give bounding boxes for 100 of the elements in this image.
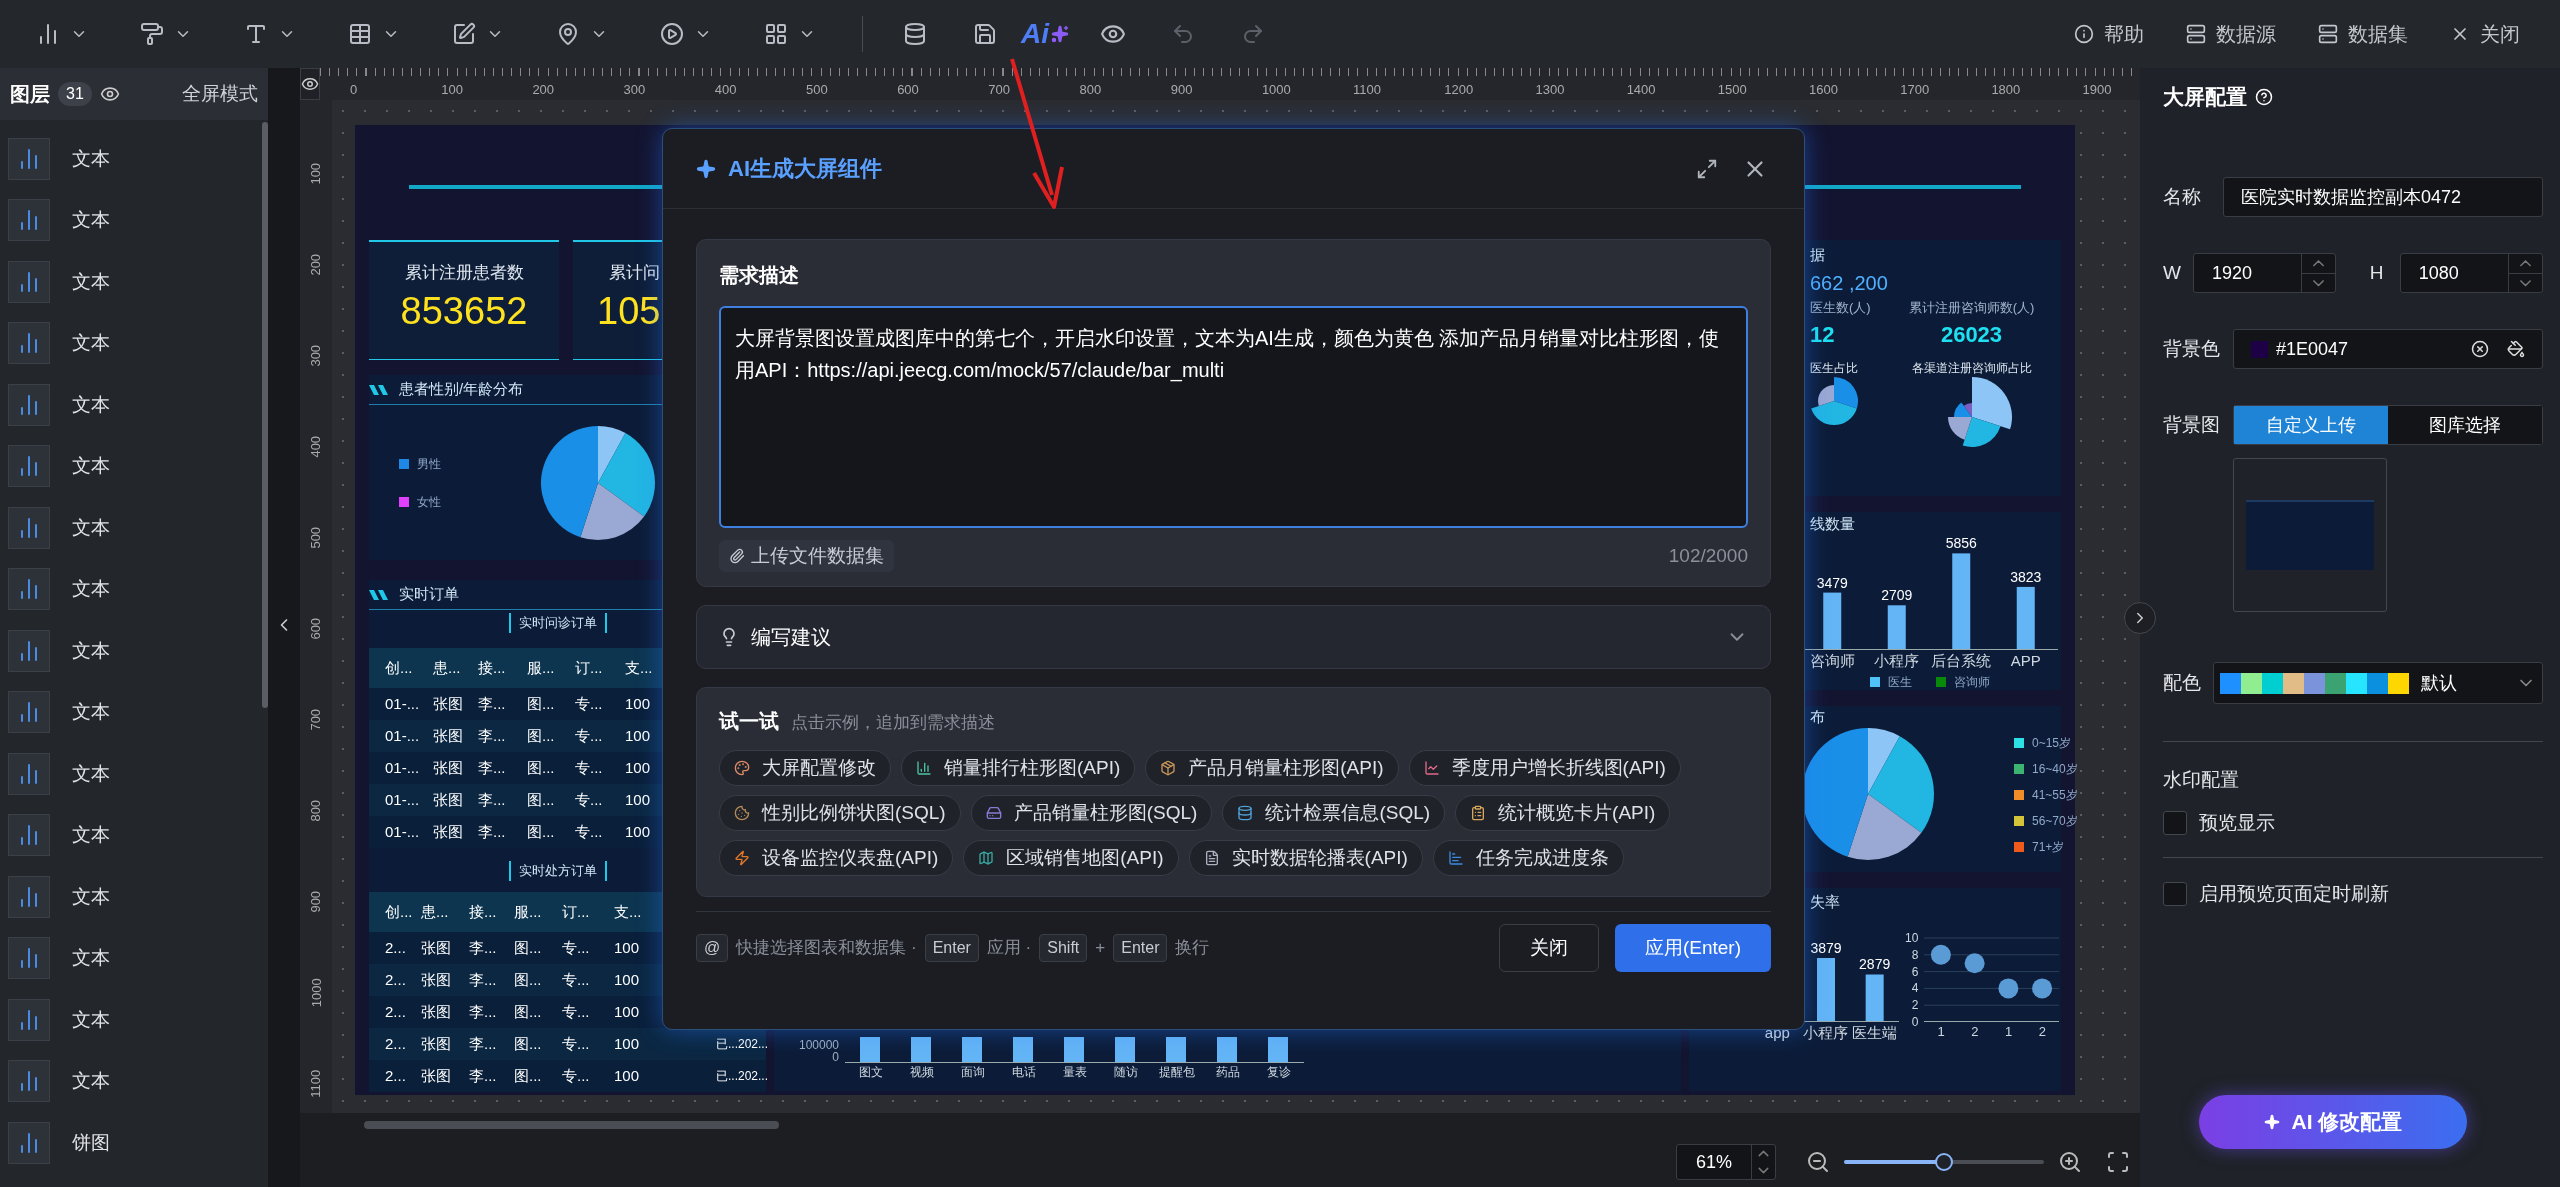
- name-field[interactable]: 医院实时数据监控副本0472: [2223, 177, 2543, 217]
- legend-label: 56~70岁: [2032, 813, 2078, 830]
- data-point: [1931, 944, 1952, 965]
- ruler-label: 200: [532, 81, 556, 99]
- table-cell-text: 李...: [478, 725, 507, 746]
- example-chip[interactable]: 大屏配置修改: [719, 750, 891, 786]
- key-hint: Enter: [1113, 934, 1168, 962]
- footer-hint: 换行: [1175, 937, 1210, 960]
- table-cell-text: 李...: [478, 821, 507, 842]
- toolbar-link[interactable]: 帮助: [2074, 19, 2144, 49]
- zoom-slider[interactable]: [1844, 1152, 2044, 1172]
- layer-label: 文本: [72, 946, 110, 970]
- number-field[interactable]: 1080: [2399, 253, 2543, 293]
- scrollbar-thumb[interactable]: [364, 1121, 779, 1129]
- toolbar-link[interactable]: 关闭: [2450, 19, 2520, 49]
- requirement-input[interactable]: 大屏背景图设置成图库中的第七个，开启水印设置，文本为AI生成，颜色为黄色 添加产品月销量对比柱形图，使用API：https://api.jeecg.com/mock/57/claude/bar_multi: [719, 306, 1748, 528]
- table-cell-text: 2...: [385, 937, 407, 958]
- cancel-button[interactable]: 关闭: [1498, 924, 1599, 972]
- layer-label: 文本: [72, 392, 110, 417]
- toolbar-link[interactable]: 数据集: [2318, 19, 2408, 49]
- visibility-button[interactable]: [300, 68, 320, 100]
- layer-item[interactable]: 文本: [0, 312, 262, 374]
- fit-screen-icon[interactable]: [2106, 1150, 2130, 1174]
- checkbox[interactable]: [2163, 882, 2187, 907]
- palette-select[interactable]: 默认: [2213, 662, 2543, 704]
- column-header: 订...: [575, 657, 604, 678]
- table-cell-text: 01-...: [385, 821, 421, 842]
- example-chip[interactable]: 实时数据轮播表(API): [1188, 840, 1423, 876]
- table-cell-text: 李...: [469, 1033, 498, 1054]
- section-hint: 点击示例，追加到需求描述: [791, 712, 995, 734]
- example-chip[interactable]: 销量排行柱形图(API): [901, 750, 1136, 786]
- data-label: 2709: [1881, 587, 1913, 604]
- layer-item[interactable]: 文本: [0, 804, 262, 866]
- suggestions-toggle[interactable]: 编写建议: [696, 605, 1771, 669]
- table-cell-text: 图...: [514, 969, 543, 990]
- layer-item[interactable]: 文本: [0, 927, 262, 989]
- layer-label: 文本: [72, 208, 110, 232]
- table-cell-text: 李...: [478, 757, 507, 778]
- layer-item[interactable]: 文本: [0, 620, 262, 682]
- toolbar-link[interactable]: 数据源: [2186, 19, 2276, 49]
- upload-tab[interactable]: 图库选择: [2388, 406, 2542, 444]
- layer-item[interactable]: 文本: [0, 374, 262, 436]
- scrollbar-thumb[interactable]: [262, 122, 268, 708]
- example-chip[interactable]: 统计概览卡片(API): [1455, 795, 1671, 831]
- help-icon[interactable]: [2255, 88, 2273, 106]
- upload-tab[interactable]: 自定义上传: [2234, 406, 2388, 444]
- layer-item[interactable]: 文本: [0, 989, 262, 1051]
- data-label: 3479: [1816, 574, 1848, 591]
- ruler-label: 500: [805, 81, 829, 99]
- layer-item[interactable]: 文本: [0, 435, 262, 497]
- total-value: 662 ,200: [1810, 271, 1889, 296]
- zoom-in-icon[interactable]: [2058, 1150, 2082, 1174]
- layer-item[interactable]: 饼图: [0, 1112, 262, 1174]
- table-cell-text: 专...: [575, 757, 604, 778]
- ai-config-button[interactable]: AI 修改配置: [2199, 1095, 2467, 1149]
- layer-item[interactable]: 文本: [0, 558, 262, 620]
- section-title: 试一试: [719, 709, 779, 734]
- layer-item[interactable]: 文本: [0, 497, 262, 559]
- fullscreen-link[interactable]: 全屏模式: [182, 79, 258, 109]
- example-chip[interactable]: 区域销售地图(API): [963, 840, 1179, 876]
- table-cell-text: 图...: [514, 1001, 543, 1022]
- layer-item[interactable]: 文本: [0, 128, 262, 190]
- legend-label: 41~55岁: [2032, 787, 2078, 804]
- layer-item[interactable]: 文本: [0, 681, 262, 743]
- paint-bucket-icon[interactable]: [2507, 340, 2525, 358]
- column-header: 接...: [469, 901, 498, 922]
- char-counter: 102/2000: [1668, 543, 1748, 568]
- layer-item[interactable]: 文本: [0, 866, 262, 928]
- number-field[interactable]: 1920: [2193, 253, 2337, 293]
- axis-label: 视频: [908, 1064, 935, 1081]
- table-cell-text: 李...: [469, 1001, 498, 1022]
- image-thumbnail[interactable]: [2233, 458, 2387, 612]
- example-chip[interactable]: 产品销量柱形图(SQL): [970, 795, 1213, 831]
- eye-icon[interactable]: [99, 84, 120, 104]
- apply-button[interactable]: 应用(Enter): [1614, 924, 1771, 972]
- table-icon: [348, 22, 372, 46]
- ai-button[interactable]: Ai: [1021, 14, 1069, 54]
- database-icon: [1237, 805, 1254, 821]
- clear-icon[interactable]: [2471, 340, 2489, 358]
- layer-item[interactable]: 文本: [0, 189, 262, 251]
- example-chip[interactable]: 任务完成进度条: [1432, 840, 1624, 876]
- upload-button[interactable]: 上传文件数据集: [719, 540, 894, 572]
- layer-item[interactable]: 文本: [0, 251, 262, 313]
- slider-thumb[interactable]: [1935, 1153, 1953, 1171]
- axis-label: 图文: [857, 1064, 884, 1081]
- layer-item[interactable]: 文本: [0, 743, 262, 805]
- checkbox[interactable]: [2163, 810, 2187, 835]
- panel-title: 布: [1810, 707, 1826, 727]
- zoom-out-icon[interactable]: [1806, 1150, 1830, 1174]
- example-chip[interactable]: 性别比例饼状图(SQL): [719, 795, 961, 831]
- example-chip[interactable]: 设备监控仪表盘(API): [719, 840, 954, 876]
- color-field[interactable]: #1E0047: [2233, 329, 2543, 369]
- example-chip[interactable]: 产品月销量柱形图(API): [1145, 750, 1399, 786]
- zoom-field[interactable]: 61%: [1676, 1144, 1776, 1180]
- table-cell-text: 100: [614, 1065, 641, 1086]
- ruler-label: 100: [307, 162, 325, 185]
- layer-item[interactable]: 文本: [0, 1050, 262, 1112]
- panel-title: 实时订单: [399, 584, 459, 605]
- example-chip[interactable]: 统计检票信息(SQL): [1222, 795, 1446, 831]
- example-chip[interactable]: 季度用户增长折线图(API): [1408, 750, 1681, 786]
